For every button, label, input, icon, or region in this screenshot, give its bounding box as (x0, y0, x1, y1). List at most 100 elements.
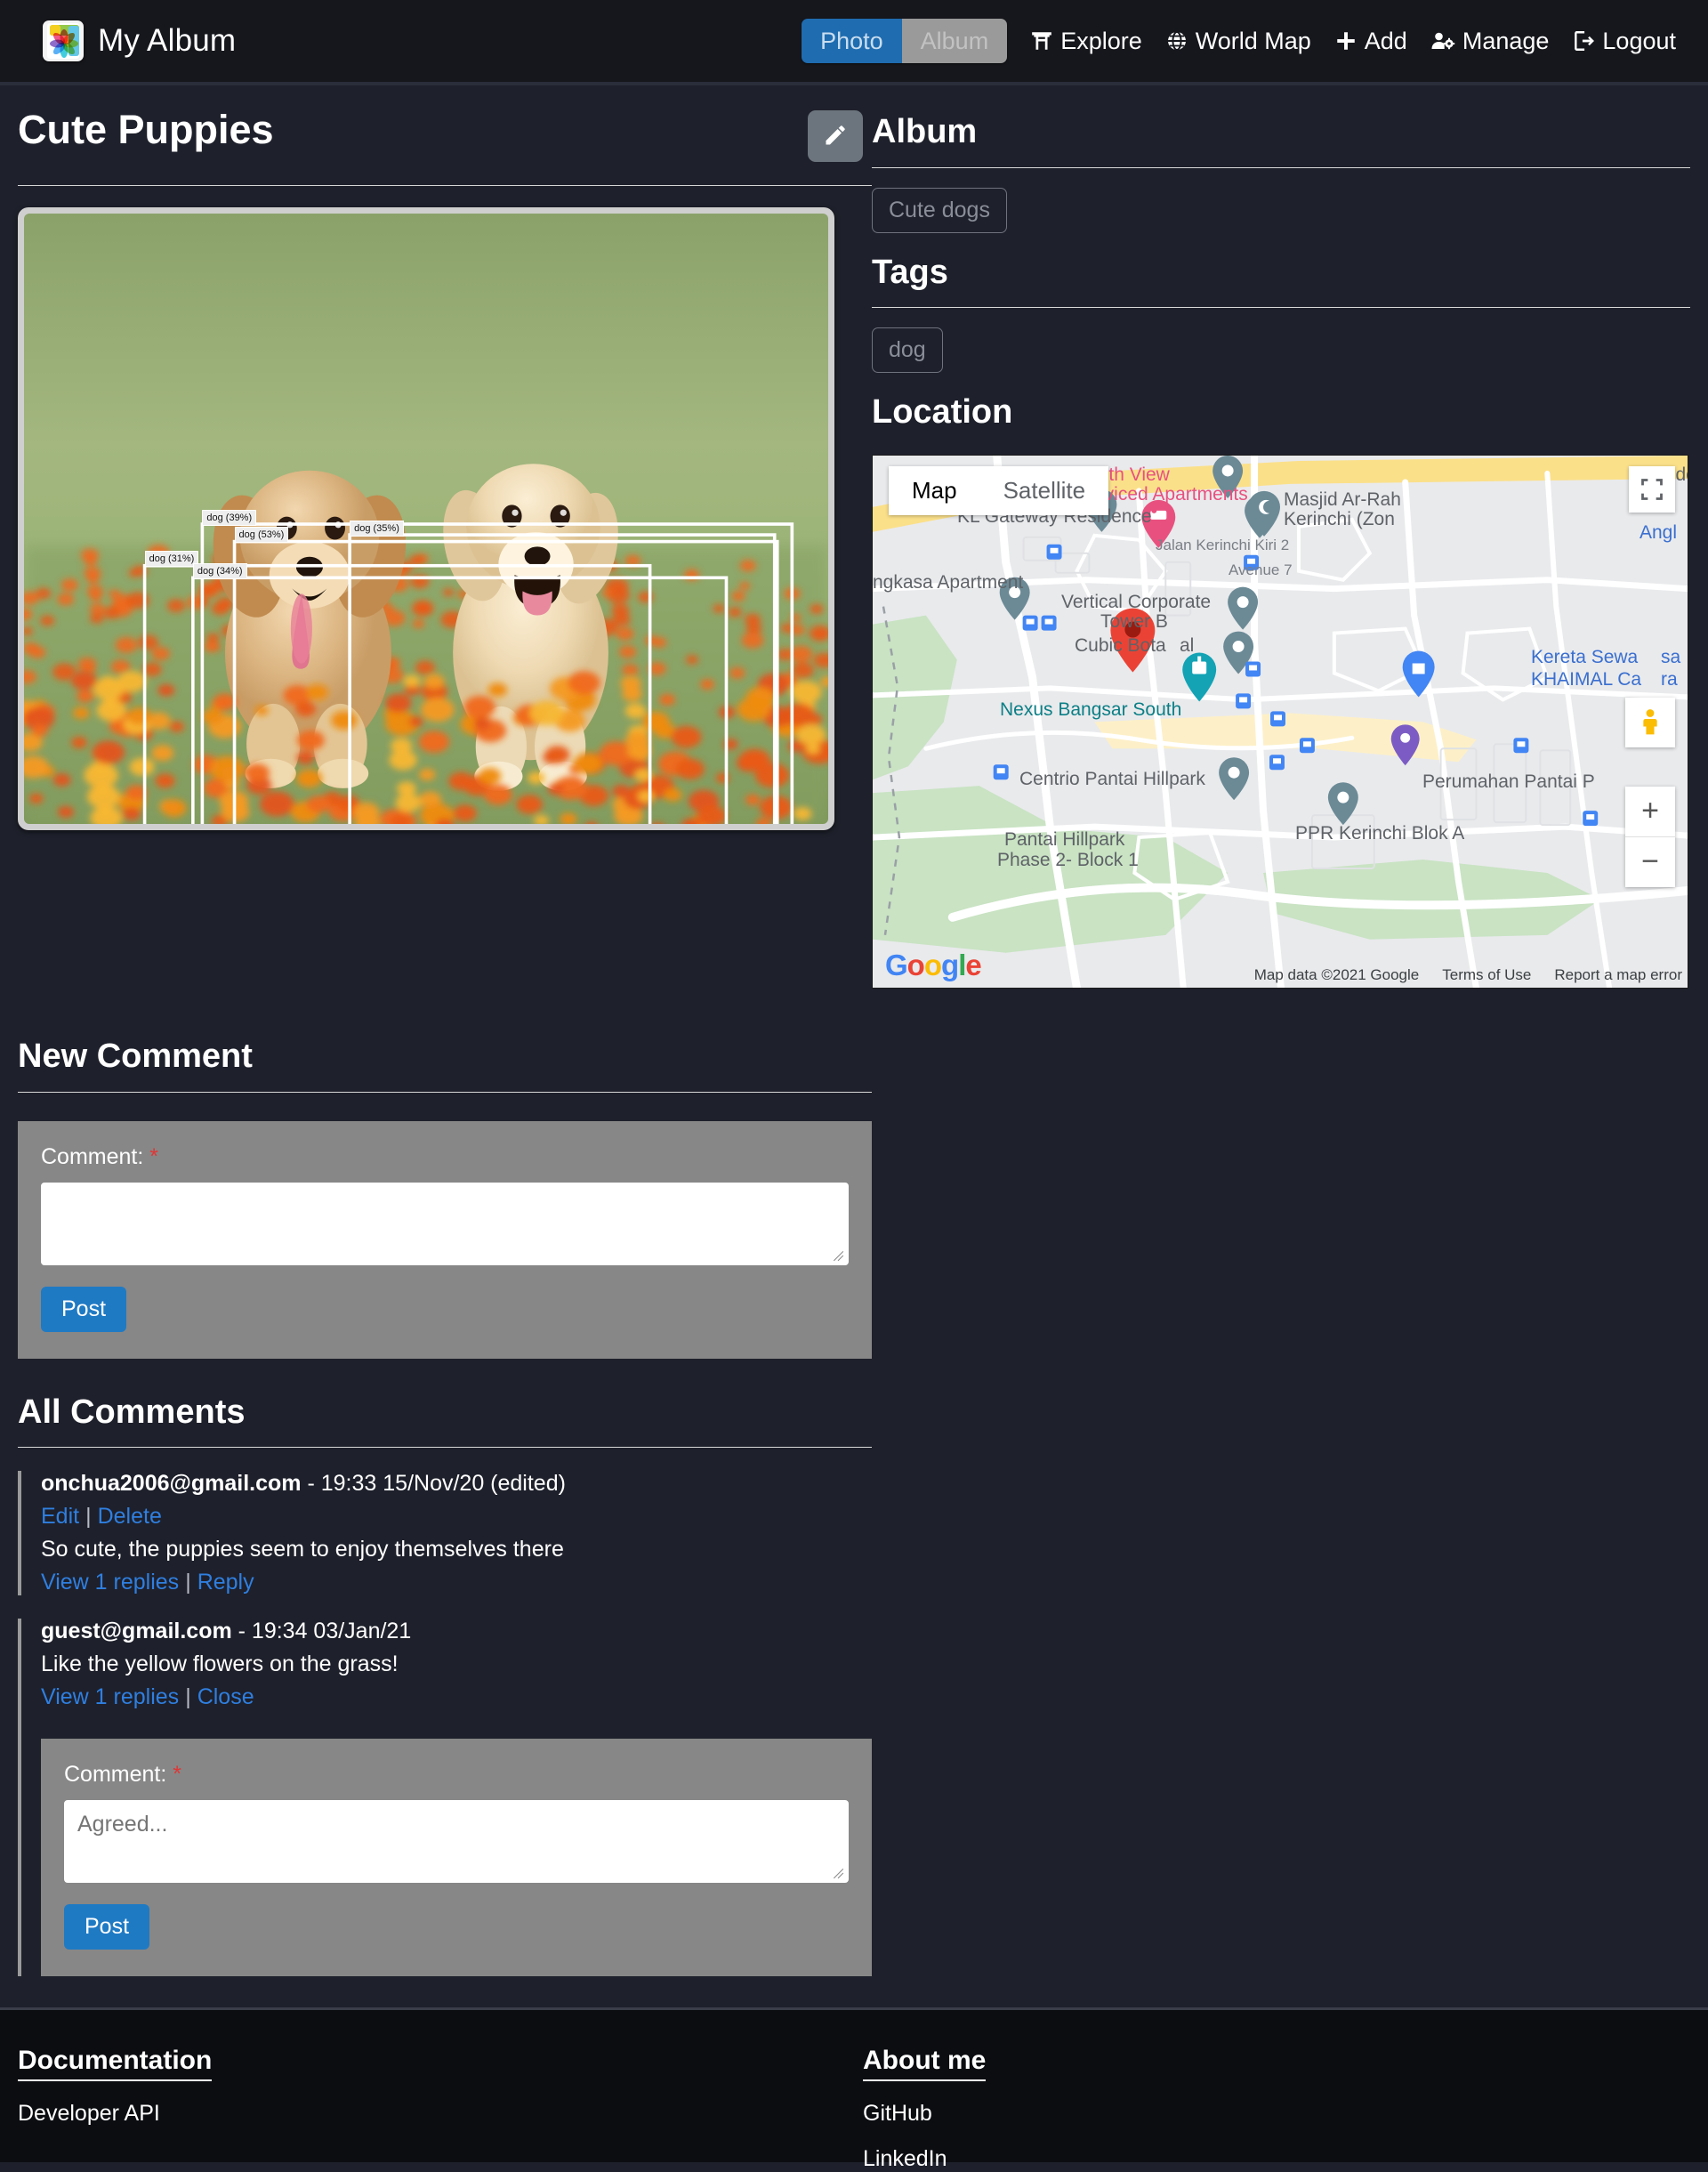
fullscreen-icon[interactable] (1629, 466, 1675, 513)
footer-link[interactable]: Developer API (18, 2101, 863, 2127)
toggle-album-button[interactable]: Album (902, 19, 1008, 64)
album-section: Album Cute dogs (872, 112, 1690, 233)
footer-column: About me GitHub LinkedIn (863, 2046, 1708, 2172)
new-comment-label-text: Comment: (41, 1144, 143, 1169)
nav-item-logout-label: Logout (1602, 28, 1676, 55)
comment-action-view-1-replies[interactable]: View 1 replies (41, 1684, 179, 1709)
reply-label: Comment: * (64, 1762, 849, 1788)
map-zoom-controls[interactable]: + − (1625, 787, 1675, 887)
globe-icon (1165, 29, 1188, 52)
right-column: Album Cute dogs Tags dog Location (872, 85, 1690, 1976)
location-section: Location (872, 392, 1690, 989)
comment-action-view-1-replies[interactable]: View 1 replies (41, 1570, 179, 1595)
reply-form: Comment: * Post (41, 1739, 872, 1976)
tag-chip-list: dog (872, 308, 1690, 373)
comment-header: guest@gmail.com - 19:34 03/Jan/21 (41, 1619, 872, 1644)
comment-author: guest@gmail.com (41, 1619, 232, 1643)
tags-section: Tags dog (872, 253, 1690, 374)
all-comments-divider (18, 1447, 872, 1448)
page-title: Cute Puppies (18, 107, 274, 153)
report-map-error-link[interactable]: Report a map error (1554, 966, 1682, 984)
map-attribution: Map data ©2021 Google Terms of Use Repor… (1254, 966, 1682, 984)
footer-link[interactable]: LinkedIn (863, 2146, 1708, 2172)
comment-action-delete[interactable]: Delete (98, 1504, 162, 1529)
pencil-icon (823, 123, 848, 150)
tag-chip[interactable]: dog (872, 327, 943, 373)
photo-album-toggle[interactable]: Photo Album (802, 19, 1007, 64)
footer-columns: Documentation Developer APIAbout me GitHub… (0, 2046, 1708, 2172)
navbar-links: Photo Album Explore World Map (802, 19, 1676, 64)
comment-timestamp: - 19:34 03/Jan/21 (232, 1619, 412, 1643)
nav-item-explore[interactable]: Explore (1030, 28, 1142, 55)
new-comment-section: New Comment Comment: * Post (18, 1037, 872, 1359)
comment-action-close[interactable]: Close (197, 1684, 254, 1709)
map-data-text: Map data ©2021 Google (1254, 966, 1420, 984)
torii-gate-icon (1030, 29, 1053, 52)
reply-textarea[interactable] (64, 1800, 849, 1883)
nav-item-explore-label: Explore (1060, 28, 1142, 55)
new-comment-form: Comment: * Post (18, 1121, 872, 1359)
google-logo: Google (885, 949, 981, 982)
comment-item: onchua2006@gmail.com - 19:33 15/Nov/20 (… (18, 1471, 872, 1595)
comment-footer-links: View 1 replies|Reply (41, 1570, 872, 1595)
photos-app-icon (43, 20, 84, 61)
map-type-switcher[interactable]: Map Satellite (889, 466, 1108, 515)
detection-label: dog (34%) (193, 563, 247, 579)
nav-item-logout[interactable]: Logout (1572, 28, 1676, 55)
detection-label: dog (35%) (350, 521, 404, 537)
link-separator: | (185, 1570, 191, 1595)
footer-link[interactable]: GitHub (863, 2101, 1708, 2127)
detection-label: dog (53%) (235, 527, 289, 543)
page-content: Cute Puppies (0, 85, 1708, 1976)
comment-footer-links: View 1 replies|Close (41, 1684, 872, 1710)
navbar: My Album Photo Album Explore (0, 0, 1708, 85)
location-heading: Location (872, 392, 1690, 433)
edit-photo-button[interactable] (808, 110, 863, 162)
nav-item-manage[interactable]: Manage (1430, 28, 1550, 55)
album-heading: Album (872, 112, 1690, 153)
required-asterisk: * (149, 1144, 158, 1169)
page-footer: Documentation Developer APIAbout me GitHub… (0, 2007, 1708, 2162)
comment-body: Like the yellow flowers on the grass! (41, 1651, 872, 1677)
brand[interactable]: My Album (43, 20, 236, 61)
nav-item-add-label: Add (1365, 28, 1407, 55)
comment-header: onchua2006@gmail.com - 19:33 15/Nov/20 (… (41, 1471, 872, 1497)
brand-title: My Album (98, 23, 236, 59)
title-divider (18, 185, 872, 186)
street-view-pegman-icon[interactable] (1625, 698, 1675, 747)
comment-action-edit[interactable]: Edit (41, 1504, 79, 1529)
album-chip[interactable]: Cute dogs (872, 188, 1007, 233)
post-reply-button[interactable]: Post (64, 1904, 149, 1950)
map-type-map-button[interactable]: Map (889, 466, 980, 515)
terms-of-use-link[interactable]: Terms of Use (1442, 966, 1531, 984)
photo-image[interactable]: dog (39%)dog (53%)dog (31%)dog (34%)dog … (24, 214, 828, 824)
nav-item-world-map-label: World Map (1196, 28, 1311, 55)
comment-item: guest@gmail.com - 19:34 03/Jan/21 Like th… (18, 1619, 872, 1976)
link-separator: | (185, 1684, 191, 1709)
zoom-out-button[interactable]: − (1625, 837, 1675, 887)
comments-list: onchua2006@gmail.com - 19:33 15/Nov/20 (… (18, 1471, 872, 1976)
new-comment-divider (18, 1092, 872, 1093)
left-column: Cute Puppies (18, 85, 872, 1976)
map-type-satellite-button[interactable]: Satellite (980, 466, 1109, 515)
location-map[interactable]: South ViewServiced ApartmentsFederaMasji… (872, 455, 1688, 989)
new-comment-label: Comment: * (41, 1144, 849, 1170)
new-comment-textarea[interactable] (41, 1183, 849, 1265)
user-gear-icon (1430, 29, 1455, 52)
comment-body: So cute, the puppies seem to enjoy thems… (41, 1537, 872, 1562)
comment-timestamp: - 19:33 15/Nov/20 (edited) (302, 1471, 566, 1496)
nav-item-add[interactable]: Add (1334, 28, 1407, 55)
footer-column: Documentation Developer API (18, 2046, 863, 2172)
nav-item-manage-label: Manage (1462, 28, 1550, 55)
comment-action-reply[interactable]: Reply (197, 1570, 254, 1595)
reply-label-text: Comment: (64, 1762, 166, 1787)
footer-heading[interactable]: Documentation (18, 2046, 212, 2081)
all-comments-heading: All Comments (18, 1393, 872, 1433)
toggle-photo-button[interactable]: Photo (802, 19, 902, 64)
zoom-in-button[interactable]: + (1625, 787, 1675, 836)
album-chip-list: Cute dogs (872, 168, 1690, 233)
footer-heading[interactable]: About me (863, 2046, 986, 2081)
post-comment-button[interactable]: Post (41, 1287, 126, 1332)
nav-item-world-map[interactable]: World Map (1165, 28, 1311, 55)
logout-icon (1572, 29, 1595, 52)
